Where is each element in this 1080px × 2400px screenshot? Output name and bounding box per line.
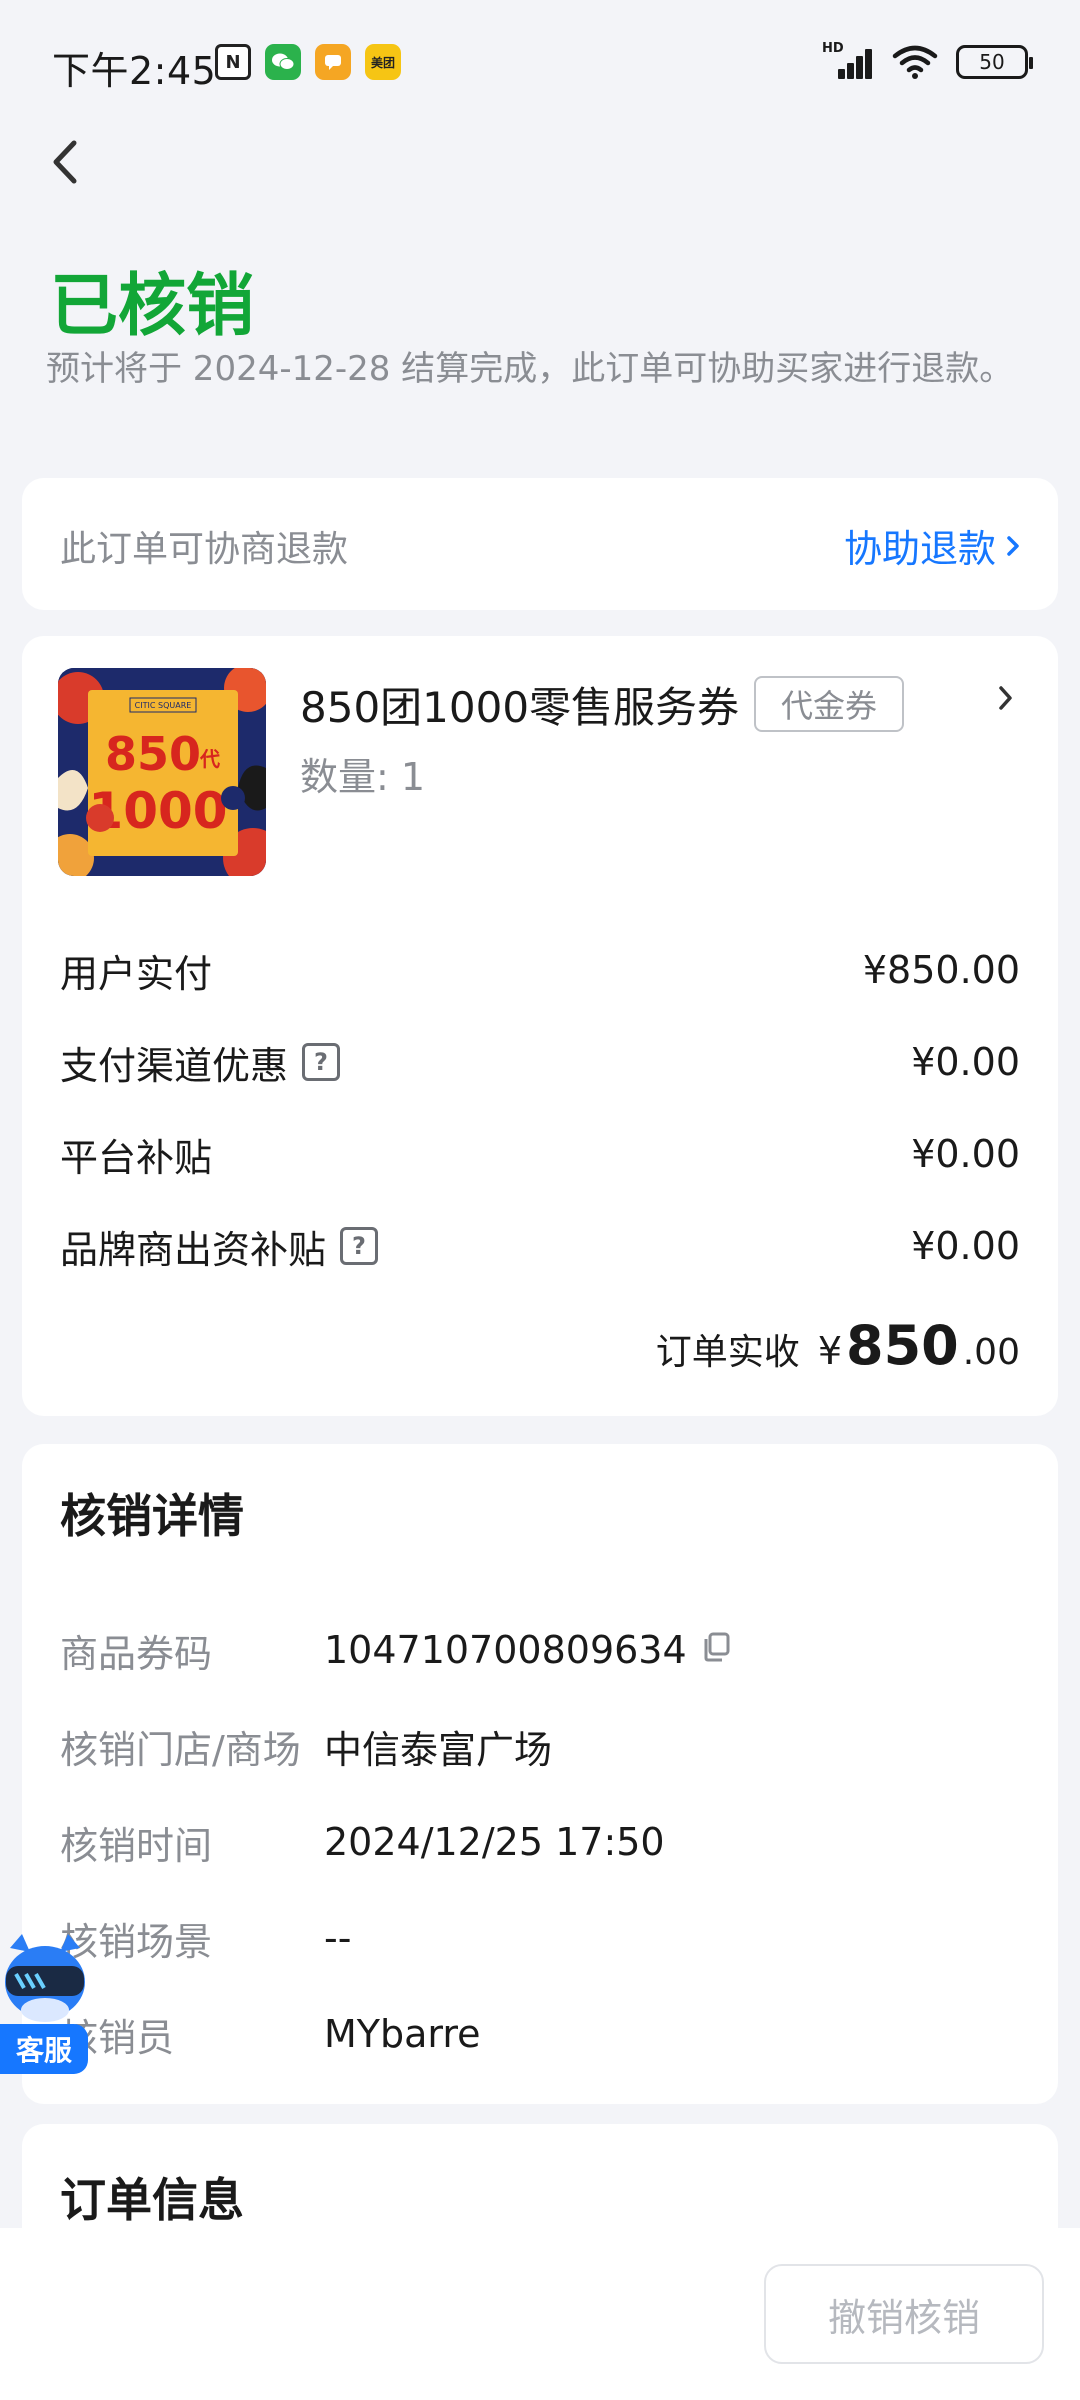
voucher-image: CITIC SQUARE 850 代 1000 <box>58 668 266 876</box>
detail-value: 2024/12/25 17:50 <box>324 1820 665 1864</box>
price-value: ¥0.00 <box>911 1132 1020 1176</box>
section-title: 订单信息 <box>60 2173 244 2227</box>
system-icons: HD 50 <box>822 41 1033 80</box>
detail-row-scene: 核销场景 -- <box>60 1908 1020 1968</box>
goods-name[interactable]: 850团1000零售服务券 <box>300 674 739 735</box>
battery-icon: 50 <box>956 45 1033 79</box>
goods-thumbnail[interactable]: CITIC SQUARE 850 代 1000 <box>58 668 266 876</box>
order-received-decimal: .00 <box>962 1332 1020 1373</box>
detail-row-operator: 核销员 MYbarre <box>60 2004 1020 2064</box>
detail-value: -- <box>324 1916 352 1960</box>
chevron-left-icon <box>53 140 77 184</box>
notification-icons: N 美团 <box>215 44 401 80</box>
goods-quantity: 数量: 1 <box>300 755 426 799</box>
section-title: 核销详情 <box>60 1489 244 1543</box>
price-label-text: 支付渠道优惠 <box>60 1043 289 1088</box>
message-app-icon <box>315 44 351 80</box>
refund-hint: 此订单可协商退款 <box>60 529 349 570</box>
detail-label: 核销门店/商场 <box>60 1727 301 1772</box>
status-bar: 下午2:45 N 美团 HD 50 <box>0 0 1080 130</box>
assist-refund-label: 协助退款 <box>843 527 996 571</box>
detail-value: 中信泰富广场 <box>324 1727 553 1772</box>
meituan-app-icon: 美团 <box>365 44 401 80</box>
price-row-brand-subsidy: 品牌商出资补贴 ? ¥0.00 <box>60 1216 1020 1276</box>
nfc-icon: N <box>215 44 251 80</box>
price-label-text: 用户实付 <box>60 951 213 996</box>
order-received-integer: 850 <box>846 1314 959 1377</box>
customer-service-button[interactable]: 客服 <box>0 1930 92 2078</box>
price-label-text: 平台补贴 <box>60 1135 213 1180</box>
page-title: 已核销 <box>50 267 255 346</box>
customer-service-label: 客服 <box>0 2024 88 2074</box>
price-label: 用户实付 <box>60 943 212 998</box>
detail-row-store: 核销门店/商场 中信泰富广场 <box>60 1716 1020 1776</box>
wechat-icon <box>265 44 301 80</box>
verification-detail-card: 核销详情 商品券码 104710700809634 核销门店/商场 中信泰富广场… <box>22 1444 1058 2104</box>
wifi-icon <box>892 44 938 80</box>
price-value: ¥850.00 <box>862 948 1020 992</box>
question-mark-icon[interactable]: ? <box>340 1227 379 1265</box>
robot-icon <box>5 1934 85 2022</box>
goods-card: CITIC SQUARE 850 代 1000 850团1000零售服务券 代金… <box>22 636 1058 1416</box>
detail-value: MYbarre <box>324 2012 481 2056</box>
assist-refund-link[interactable]: 协助退款 <box>844 518 1020 573</box>
voucher-type-tag: 代金券 <box>754 676 904 732</box>
status-description: 预计将于 2024-12-28 结算完成，此订单可协助买家进行退款。 <box>46 349 1014 389</box>
cellular-signal-icon: HD <box>822 41 874 79</box>
chevron-right-icon <box>999 686 1012 710</box>
detail-row-coupon-code: 商品券码 104710700809634 <box>60 1620 1020 1680</box>
refund-card: 此订单可协商退款 协助退款 <box>22 478 1058 610</box>
price-label: 品牌商出资补贴 ? <box>60 1219 379 1274</box>
detail-label: 核销员 <box>60 2015 175 2060</box>
price-value: ¥0.00 <box>911 1040 1020 1084</box>
bottom-action-bar: 撤销核销 <box>0 2228 1080 2400</box>
price-label: 平台补贴 <box>60 1127 212 1182</box>
hd-label: HD <box>822 41 844 56</box>
price-value: ¥0.00 <box>911 1224 1020 1268</box>
currency-symbol: ¥ <box>817 1329 842 1373</box>
voucher-brand: CITIC SQUARE <box>135 701 192 710</box>
price-label: 支付渠道优惠 ? <box>60 1035 341 1090</box>
copy-icon <box>704 1632 730 1662</box>
voucher-line1: 850 <box>105 727 201 781</box>
copy-button[interactable] <box>701 1628 731 1672</box>
clock: 下午2:45 <box>52 49 217 93</box>
order-received-label: 订单实收 <box>655 1332 800 1373</box>
detail-label: 核销时间 <box>60 1823 213 1868</box>
detail-label: 商品券码 <box>60 1631 213 1676</box>
back-button[interactable] <box>50 130 90 194</box>
price-row-channel-discount: 支付渠道优惠 ? ¥0.00 <box>60 1032 1020 1092</box>
question-mark-icon[interactable]: ? <box>302 1043 341 1081</box>
detail-value: 104710700809634 <box>324 1628 731 1672</box>
revoke-verification-button[interactable]: 撤销核销 <box>764 2264 1044 2364</box>
price-row-platform-subsidy: 平台补贴 ¥0.00 <box>60 1124 1020 1184</box>
detail-row-time: 核销时间 2024/12/25 17:50 <box>60 1812 1020 1872</box>
coupon-code: 104710700809634 <box>324 1628 687 1672</box>
detail-label: 核销场景 <box>60 1919 213 1964</box>
goods-detail-button[interactable] <box>998 684 1014 716</box>
battery-level: 50 <box>979 50 1005 74</box>
price-row-user-paid: 用户实付 ¥850.00 <box>60 940 1020 1000</box>
chevron-right-icon <box>1007 535 1019 556</box>
price-label-text: 品牌商出资补贴 <box>60 1227 327 1272</box>
order-received-total: 订单实收 ¥ 850 .00 <box>656 1314 1020 1377</box>
voucher-line1-suffix: 代 <box>199 747 220 771</box>
